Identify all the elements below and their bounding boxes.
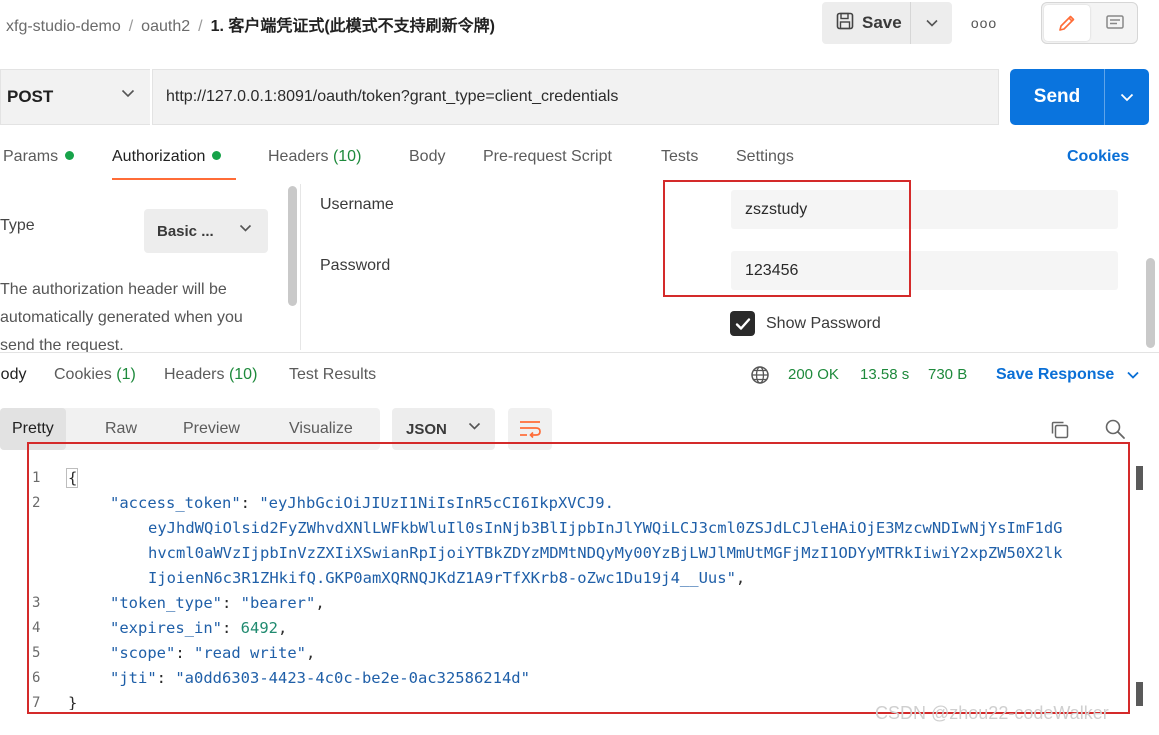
tab-headers-count: (10) xyxy=(332,148,362,165)
auth-help-text: The authorization header will be automat… xyxy=(0,281,243,352)
method-label: POST xyxy=(7,87,54,106)
send-button[interactable]: Send xyxy=(1010,69,1104,125)
tab-authorization-label: Authorization xyxy=(112,148,206,165)
response-size[interactable]: 730 B xyxy=(928,366,967,383)
breadcrumb-separator: / xyxy=(198,18,203,35)
tab-settings[interactable]: Settings xyxy=(736,148,794,166)
request-response-divider[interactable] xyxy=(0,352,1159,353)
auth-pane-scrollbar[interactable] xyxy=(1146,258,1155,348)
left-pane-scrollbar[interactable] xyxy=(288,186,297,306)
send-button-group: Send xyxy=(1010,69,1149,125)
response-tab-cookies-count: (1) xyxy=(116,366,136,383)
chevron-down-icon xyxy=(121,89,135,98)
send-options-button[interactable] xyxy=(1104,69,1149,125)
pencil-icon xyxy=(1059,15,1075,31)
url-input[interactable]: http://127.0.0.1:8091/oauth/token?grant_… xyxy=(152,69,999,125)
code-scrollbar-top[interactable] xyxy=(1136,466,1143,490)
tab-params-label: Params xyxy=(3,148,59,165)
response-tab-test-results[interactable]: Test Results xyxy=(289,366,376,384)
save-icon xyxy=(836,12,854,35)
tab-headers[interactable]: Headers (10) xyxy=(268,148,361,166)
response-tab-cookies[interactable]: Cookies (1) xyxy=(54,366,136,384)
save-label: Save xyxy=(862,13,902,32)
highlight-box-response xyxy=(27,442,1130,714)
breadcrumb: xfg-studio-demo / oauth2 / 1. 客户端凭证式(此模式不支持刷… xyxy=(6,12,495,36)
response-status-code[interactable]: 200 OK xyxy=(788,366,839,383)
username-label: Username xyxy=(320,196,394,213)
watermark: CSDN @zhou22-codeWalker xyxy=(875,703,1109,723)
more-options-button[interactable]: ooo xyxy=(966,10,1002,36)
response-tab-headers-count: (10) xyxy=(228,366,258,383)
breadcrumb-workspace[interactable]: xfg-studio-demo xyxy=(6,18,121,35)
chevron-down-icon xyxy=(1120,93,1134,101)
save-response-label: Save Response xyxy=(996,366,1115,383)
save-options-button[interactable] xyxy=(910,2,952,44)
tab-tests[interactable]: Tests xyxy=(661,148,698,166)
auth-type-select[interactable]: Basic ... xyxy=(144,209,268,253)
format-value: JSON xyxy=(406,420,447,438)
response-time[interactable]: 13.58 s xyxy=(860,366,909,383)
password-label: Password xyxy=(320,257,391,274)
tab-params[interactable]: Params xyxy=(3,148,75,166)
breadcrumb-request-name[interactable]: 1. 客户端凭证式(此模式不支持刷新令牌) xyxy=(211,18,495,35)
chevron-down-icon xyxy=(925,19,938,27)
response-tab-headers[interactable]: Headers (10) xyxy=(164,366,257,384)
chevron-down-icon xyxy=(1127,371,1139,379)
search-icon[interactable] xyxy=(1104,418,1126,445)
pane-divider[interactable] xyxy=(300,184,301,350)
breadcrumb-collection[interactable]: oauth2 xyxy=(141,18,190,35)
response-tab-cookies-label: Cookies xyxy=(54,366,112,383)
globe-icon[interactable] xyxy=(750,365,770,390)
auth-type-label: Type xyxy=(0,217,35,234)
url-text: http://127.0.0.1:8091/oauth/token?grant_… xyxy=(166,88,619,105)
show-password-checkbox[interactable] xyxy=(730,311,755,336)
save-button-group: Save xyxy=(822,2,952,44)
method-select[interactable]: POST xyxy=(0,69,150,125)
tab-headers-label: Headers xyxy=(268,148,329,165)
more-icon: ooo xyxy=(970,15,998,31)
tab-body[interactable]: Body xyxy=(409,148,445,166)
mode-switcher xyxy=(1041,2,1138,44)
save-response-button[interactable]: Save Response xyxy=(996,366,1139,384)
status-dot-icon xyxy=(212,151,222,160)
documentation-button[interactable] xyxy=(1094,5,1136,41)
highlight-box-credentials xyxy=(663,180,911,297)
breadcrumb-separator: / xyxy=(128,18,134,35)
code-scrollbar-bottom[interactable] xyxy=(1136,682,1143,706)
checkmark-icon xyxy=(735,317,750,330)
edit-mode-button[interactable] xyxy=(1044,5,1090,41)
auth-type-value: Basic ... xyxy=(157,222,214,240)
response-tab-headers-label: Headers xyxy=(164,366,225,383)
show-password-label[interactable]: Show Password xyxy=(766,315,881,333)
tab-authorization[interactable]: Authorization xyxy=(112,148,222,166)
tab-pre-request-script[interactable]: Pre-request Script xyxy=(483,148,612,166)
response-tab-body[interactable]: Body xyxy=(0,366,26,384)
chevron-down-icon xyxy=(239,224,252,232)
chevron-down-icon xyxy=(468,422,481,430)
save-button[interactable]: Save xyxy=(822,2,910,44)
cookies-link[interactable]: Cookies xyxy=(1067,148,1129,166)
status-dot-icon xyxy=(65,151,75,160)
comment-icon xyxy=(1106,15,1124,29)
wrap-lines-icon xyxy=(520,421,541,439)
active-tab-underline xyxy=(112,178,236,180)
